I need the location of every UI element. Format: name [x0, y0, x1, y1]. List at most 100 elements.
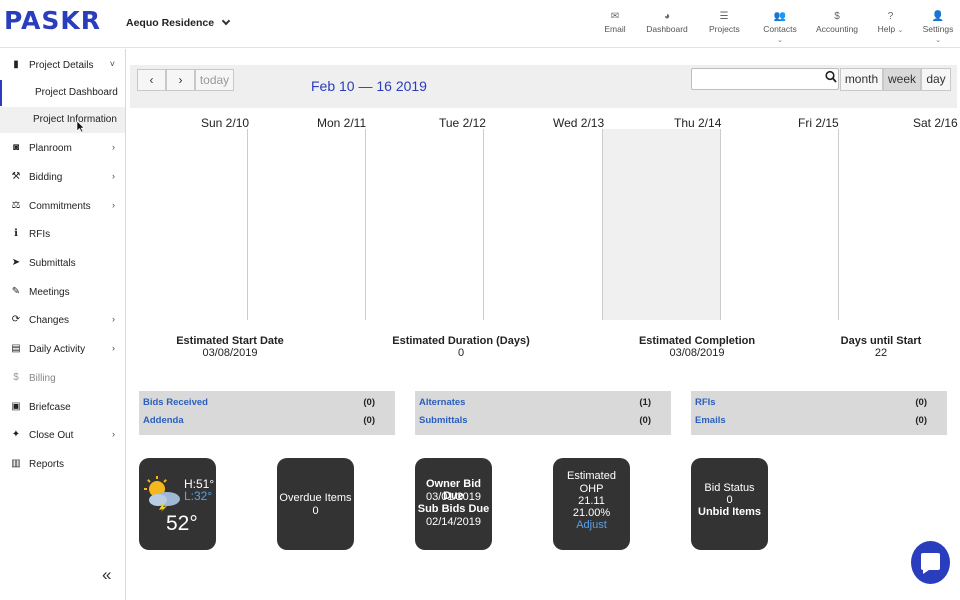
- view-day-button[interactable]: day: [921, 68, 951, 91]
- day-header: Sun 2/10: [201, 116, 250, 130]
- scale-icon: ⚖: [11, 200, 21, 211]
- paper-plane-icon: ➤: [11, 257, 21, 268]
- sidebar: ▮ Project Details ˅ Project Dashboard Proj…: [0, 49, 126, 600]
- users-icon: 👥: [773, 11, 787, 22]
- dollar-icon: $: [834, 11, 840, 22]
- next-week-button[interactable]: ›: [166, 69, 195, 91]
- nav-contacts[interactable]: 👥 Contacts ⌄: [760, 11, 800, 44]
- envelope-icon: ✉: [610, 11, 620, 22]
- sidebar-item-briefcase[interactable]: ▣ Briefcase: [0, 397, 125, 419]
- chevron-right-icon: ›: [112, 142, 115, 152]
- sidebar-item-billing[interactable]: $ Billing: [0, 368, 125, 390]
- dashboard-icon: ◕: [663, 11, 671, 22]
- project-selector[interactable]: Aequo Residence: [126, 16, 231, 29]
- stat-days-until-start: Days until Start 22: [840, 335, 922, 359]
- briefcase-icon: ▣: [11, 401, 21, 412]
- sidebar-item-project-details[interactable]: ▮ Project Details ˅: [0, 55, 125, 77]
- day-header: Fri 2/15: [798, 116, 839, 130]
- day-divider: [247, 129, 248, 320]
- calendar-range-title: Feb 10 — 16 2019: [311, 78, 427, 94]
- project-name: Aequo Residence: [126, 17, 215, 29]
- chevron-down-icon: ˅: [109, 59, 115, 69]
- sidebar-item-changes[interactable]: ⟳ Changes ›: [0, 310, 125, 332]
- sidebar-item-submittals[interactable]: ➤ Submittals: [0, 253, 125, 275]
- day-header: Mon 2/11: [317, 116, 367, 130]
- caret-down-icon: ⌄: [897, 27, 904, 34]
- top-bar: PASKR Aequo Residence ✉ Email ◕ Dashboard …: [0, 0, 960, 48]
- sidebar-subitem-project-information[interactable]: Project Information: [0, 107, 125, 133]
- day-divider: [483, 129, 484, 320]
- list-item: Alternates (1): [419, 397, 651, 408]
- bids-panel: Bids Received (0) Addenda (0): [139, 391, 395, 435]
- emails-link[interactable]: Emails: [695, 415, 726, 426]
- sidebar-subitem-project-dashboard[interactable]: Project Dashboard: [0, 80, 125, 106]
- nav-email[interactable]: ✉ Email: [603, 11, 627, 34]
- weather-low: L:32°: [184, 489, 213, 503]
- chat-button[interactable]: [911, 541, 950, 584]
- estimated-ohp-tile: Estimated OHP 21.11 21.00% Adjust: [553, 458, 630, 550]
- view-week-button[interactable]: week: [883, 68, 921, 91]
- bid-status-tile[interactable]: Bid Status 0 Unbid Items: [691, 458, 768, 550]
- addenda-link[interactable]: Addenda: [143, 415, 184, 426]
- day-divider: [838, 129, 839, 320]
- gavel-icon: ⚒: [11, 171, 21, 182]
- chevron-right-icon: ›: [112, 200, 115, 210]
- refresh-icon: ⟳: [11, 314, 21, 325]
- rfis-panel: RFIs (0) Emails (0): [691, 391, 947, 435]
- nav-accounting[interactable]: $ Accounting: [815, 11, 859, 34]
- stat-start-date: Estimated Start Date 03/08/2019: [176, 335, 284, 359]
- alternates-link[interactable]: Alternates: [419, 397, 465, 408]
- sidebar-item-planroom[interactable]: ◙ Planroom ›: [0, 138, 125, 160]
- day-header: Wed 2/13: [553, 116, 605, 130]
- edit-icon: ✎: [11, 286, 21, 297]
- calendar-search-input[interactable]: [691, 68, 839, 90]
- submittals-link[interactable]: Submittals: [419, 415, 468, 426]
- list-item: Bids Received (0): [143, 397, 375, 408]
- weather-temp: 52°: [166, 512, 198, 535]
- sidebar-item-daily-activity[interactable]: ▤ Daily Activity ›: [0, 339, 125, 361]
- collapse-sidebar-icon[interactable]: «: [102, 565, 111, 585]
- book-icon: ▤: [11, 343, 21, 354]
- nav-help[interactable]: ? Help ⌄: [877, 11, 904, 34]
- sidebar-item-commitments[interactable]: ⚖ Commitments ›: [0, 196, 125, 218]
- sidebar-item-reports[interactable]: ▥ Reports: [0, 454, 125, 476]
- sidebar-item-rfis[interactable]: ℹ RFIs: [0, 224, 125, 246]
- paskr-logo[interactable]: PASKR: [4, 6, 101, 35]
- sidebar-item-bidding[interactable]: ⚒ Bidding ›: [0, 167, 125, 189]
- alternates-panel: Alternates (1) Submittals (0): [415, 391, 671, 435]
- day-header: Tue 2/12: [439, 116, 486, 130]
- day-divider: [365, 129, 366, 320]
- stat-completion: Estimated Completion 03/08/2019: [638, 335, 756, 359]
- partly-cloudy-storm-icon: [144, 476, 180, 512]
- question-icon: ?: [887, 11, 894, 22]
- sidebar-item-meetings[interactable]: ✎ Meetings: [0, 282, 125, 304]
- sidebar-item-close-out[interactable]: ✦ Close Out ›: [0, 425, 125, 447]
- nav-dashboard[interactable]: ◕ Dashboard: [646, 11, 688, 34]
- list-icon: ☰: [719, 11, 729, 22]
- list-item: Emails (0): [695, 415, 927, 426]
- info-icon: ℹ: [14, 228, 18, 239]
- day-header: Thu 2/14: [674, 116, 722, 130]
- chevron-right-icon: ›: [112, 343, 115, 353]
- nav-settings[interactable]: 👤 Settings ⌄: [919, 11, 957, 44]
- today-column: [602, 129, 720, 320]
- view-month-button[interactable]: month: [840, 68, 883, 91]
- chevron-right-icon: ›: [112, 314, 115, 324]
- prev-week-button[interactable]: ‹: [137, 69, 166, 91]
- rfis-link[interactable]: RFIs: [695, 397, 716, 408]
- pin-icon: ✦: [11, 429, 21, 440]
- chevron-down-icon: [221, 16, 231, 26]
- bid-due-tile: Owner Bid Due 03/01/2019 Sub Bids Due 02…: [415, 458, 492, 550]
- nav-projects[interactable]: ☰ Projects: [709, 11, 740, 34]
- adjust-ohp-link[interactable]: Adjust: [553, 519, 630, 531]
- stat-duration: Estimated Duration (Days) 0: [392, 335, 530, 359]
- today-button[interactable]: today: [195, 69, 234, 91]
- camera-icon: ◙: [12, 142, 20, 153]
- chevron-right-icon: ›: [178, 73, 183, 87]
- bids-received-link[interactable]: Bids Received: [143, 397, 208, 408]
- caret-down-icon: ⌄: [777, 37, 783, 44]
- user-icon: 👤: [931, 11, 945, 22]
- overdue-items-tile[interactable]: Overdue Items 0: [277, 458, 354, 550]
- search-icon[interactable]: [825, 70, 837, 84]
- day-header: Sat 2/16: [913, 116, 958, 130]
